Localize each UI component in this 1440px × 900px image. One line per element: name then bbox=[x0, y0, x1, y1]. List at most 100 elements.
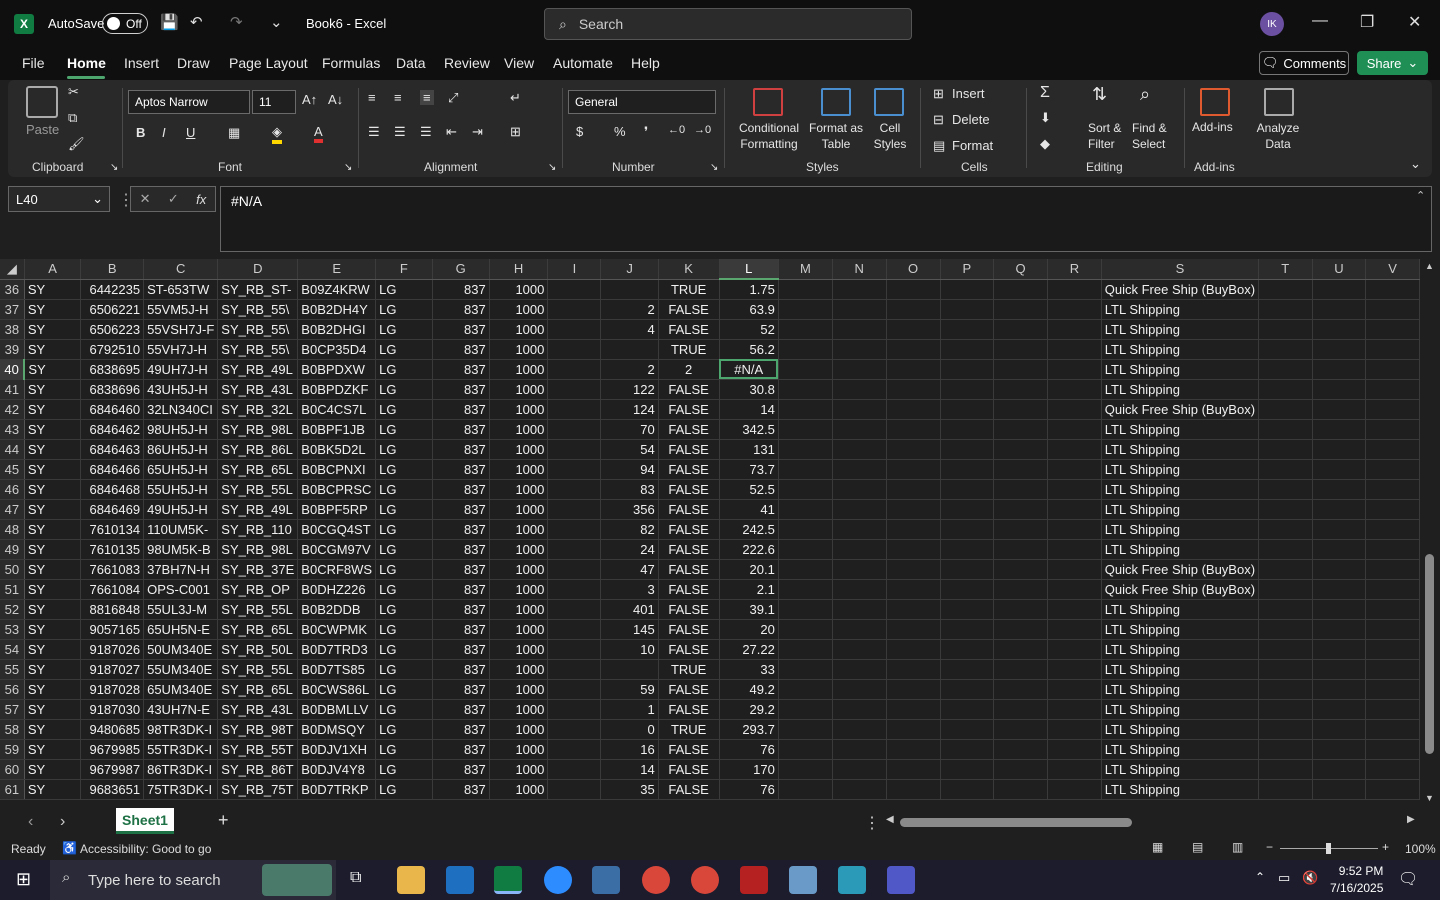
column-header-b[interactable]: B bbox=[80, 259, 145, 280]
cell-t[interactable] bbox=[1258, 559, 1313, 580]
cell-i[interactable] bbox=[547, 359, 602, 380]
cell-m[interactable] bbox=[778, 739, 833, 760]
cell-o[interactable] bbox=[886, 519, 941, 540]
cell-r[interactable] bbox=[1047, 299, 1102, 320]
zoom-in-icon[interactable]: + bbox=[1382, 840, 1389, 854]
addins-button[interactable]: Add-ins bbox=[1192, 120, 1233, 134]
cell-n[interactable] bbox=[832, 559, 887, 580]
cell-b[interactable]: 9679985 bbox=[80, 739, 145, 760]
cell-p[interactable] bbox=[940, 499, 995, 520]
cell-g[interactable]: 837 bbox=[432, 339, 490, 360]
cell-v[interactable] bbox=[1365, 719, 1420, 740]
cell-c[interactable]: 55UH5J-H bbox=[143, 479, 219, 500]
cell-l[interactable]: 131 bbox=[719, 439, 779, 460]
comma-style-icon[interactable]: ❜ bbox=[644, 124, 648, 140]
format-cells-icon[interactable]: ▤ bbox=[933, 138, 945, 154]
cell-h[interactable]: 1000 bbox=[489, 779, 549, 800]
more-icon[interactable]: ⋮ bbox=[864, 813, 880, 833]
cell-f[interactable]: LG bbox=[375, 279, 433, 300]
cell-a[interactable]: SY bbox=[24, 639, 82, 660]
cell-o[interactable] bbox=[886, 599, 941, 620]
cell-v[interactable] bbox=[1365, 619, 1420, 640]
cell-v[interactable] bbox=[1365, 579, 1420, 600]
cell-c[interactable]: 55UL3J-M bbox=[143, 599, 219, 620]
cell-t[interactable] bbox=[1258, 359, 1313, 380]
cell-m[interactable] bbox=[778, 719, 833, 740]
search-box[interactable]: ⌕ Search bbox=[544, 8, 912, 40]
cell-d[interactable]: SY_RB_98L bbox=[217, 539, 299, 560]
cell-j[interactable]: 35 bbox=[600, 779, 659, 800]
cell-b[interactable]: 6792510 bbox=[80, 339, 145, 360]
cell-v[interactable] bbox=[1365, 519, 1420, 540]
cell-c[interactable]: ST-653TW bbox=[143, 279, 219, 300]
next-sheet-icon[interactable]: › bbox=[60, 813, 65, 831]
cell-e[interactable]: B0CGM97V bbox=[297, 539, 377, 560]
cell-h[interactable]: 1000 bbox=[489, 659, 549, 680]
cell-f[interactable]: LG bbox=[375, 519, 433, 540]
cell-k[interactable]: FALSE bbox=[658, 539, 720, 560]
cell-q[interactable] bbox=[993, 339, 1049, 360]
cell-h[interactable]: 1000 bbox=[489, 499, 549, 520]
cell-u[interactable] bbox=[1312, 359, 1367, 380]
cancel-icon[interactable]: ✕ bbox=[140, 191, 151, 207]
row-header[interactable]: 61 bbox=[0, 779, 25, 800]
cell-j[interactable]: 83 bbox=[600, 479, 659, 500]
cell-d[interactable]: SY_RB_86T bbox=[217, 759, 299, 780]
cell-o[interactable] bbox=[886, 559, 941, 580]
cell-j[interactable]: 10 bbox=[600, 639, 659, 660]
cell-q[interactable] bbox=[993, 739, 1049, 760]
row-header[interactable]: 51 bbox=[0, 579, 25, 600]
cell-u[interactable] bbox=[1312, 499, 1367, 520]
cell-t[interactable] bbox=[1258, 719, 1313, 740]
cell-r[interactable] bbox=[1047, 739, 1102, 760]
bold-icon[interactable]: B bbox=[136, 125, 145, 140]
cell-d[interactable]: SY_RB_65L bbox=[217, 679, 299, 700]
vertical-scrollbar[interactable]: ▲ ▼ bbox=[1420, 259, 1440, 806]
cell-a[interactable]: SY bbox=[24, 439, 82, 460]
column-header-r[interactable]: R bbox=[1047, 259, 1102, 280]
cell-f[interactable]: LG bbox=[375, 619, 433, 640]
cell-o[interactable] bbox=[886, 539, 941, 560]
cell-u[interactable] bbox=[1312, 539, 1367, 560]
column-header-n[interactable]: N bbox=[832, 259, 887, 280]
cell-q[interactable] bbox=[993, 719, 1049, 740]
cell-a[interactable]: SY bbox=[24, 379, 82, 400]
cell-n[interactable] bbox=[832, 479, 887, 500]
cell-d[interactable]: SY_RB_55T bbox=[217, 739, 299, 760]
row-header[interactable]: 59 bbox=[0, 739, 25, 760]
cell-s[interactable]: LTL Shipping bbox=[1101, 679, 1260, 700]
currency-icon[interactable]: $ bbox=[576, 124, 583, 139]
insert-cells-button[interactable]: Insert bbox=[952, 86, 985, 101]
cell-q[interactable] bbox=[993, 519, 1049, 540]
cell-u[interactable] bbox=[1312, 659, 1367, 680]
cell-j[interactable]: 47 bbox=[600, 559, 659, 580]
cell-j[interactable] bbox=[600, 279, 659, 300]
cell-s[interactable]: LTL Shipping bbox=[1101, 719, 1260, 740]
cell-u[interactable] bbox=[1312, 679, 1367, 700]
cell-t[interactable] bbox=[1258, 739, 1313, 760]
cell-u[interactable] bbox=[1312, 379, 1367, 400]
cell-l[interactable]: 76 bbox=[719, 779, 779, 800]
cell-s[interactable]: LTL Shipping bbox=[1101, 319, 1260, 340]
cell-p[interactable] bbox=[940, 779, 995, 800]
cell-b[interactable]: 7661083 bbox=[80, 559, 145, 580]
cell-i[interactable] bbox=[547, 459, 602, 480]
cell-p[interactable] bbox=[940, 379, 995, 400]
column-header-e[interactable]: E bbox=[297, 259, 377, 280]
cell-table[interactable]: ◢ A B C D E F G H I J K L M N O P Q R S T U V 36 SY 6442235 ST-65… bbox=[0, 259, 1420, 800]
cell-g[interactable]: 837 bbox=[432, 499, 490, 520]
cell-h[interactable]: 1000 bbox=[489, 319, 549, 340]
cell-s[interactable]: LTL Shipping bbox=[1101, 479, 1260, 500]
cell-e[interactable]: B0CWS86L bbox=[297, 679, 377, 700]
cell-o[interactable] bbox=[886, 299, 941, 320]
cell-t[interactable] bbox=[1258, 439, 1313, 460]
cell-v[interactable] bbox=[1365, 779, 1420, 800]
align-top-icon[interactable]: ≡ bbox=[368, 90, 376, 105]
cell-j[interactable] bbox=[600, 659, 659, 680]
zoom-level[interactable]: 100% bbox=[1405, 842, 1436, 856]
cell-a[interactable]: SY bbox=[24, 519, 82, 540]
cell-s[interactable]: LTL Shipping bbox=[1101, 779, 1260, 800]
cell-u[interactable] bbox=[1312, 419, 1367, 440]
align-bottom-icon[interactable]: ≡ bbox=[420, 90, 434, 105]
cell-g[interactable]: 837 bbox=[432, 679, 490, 700]
